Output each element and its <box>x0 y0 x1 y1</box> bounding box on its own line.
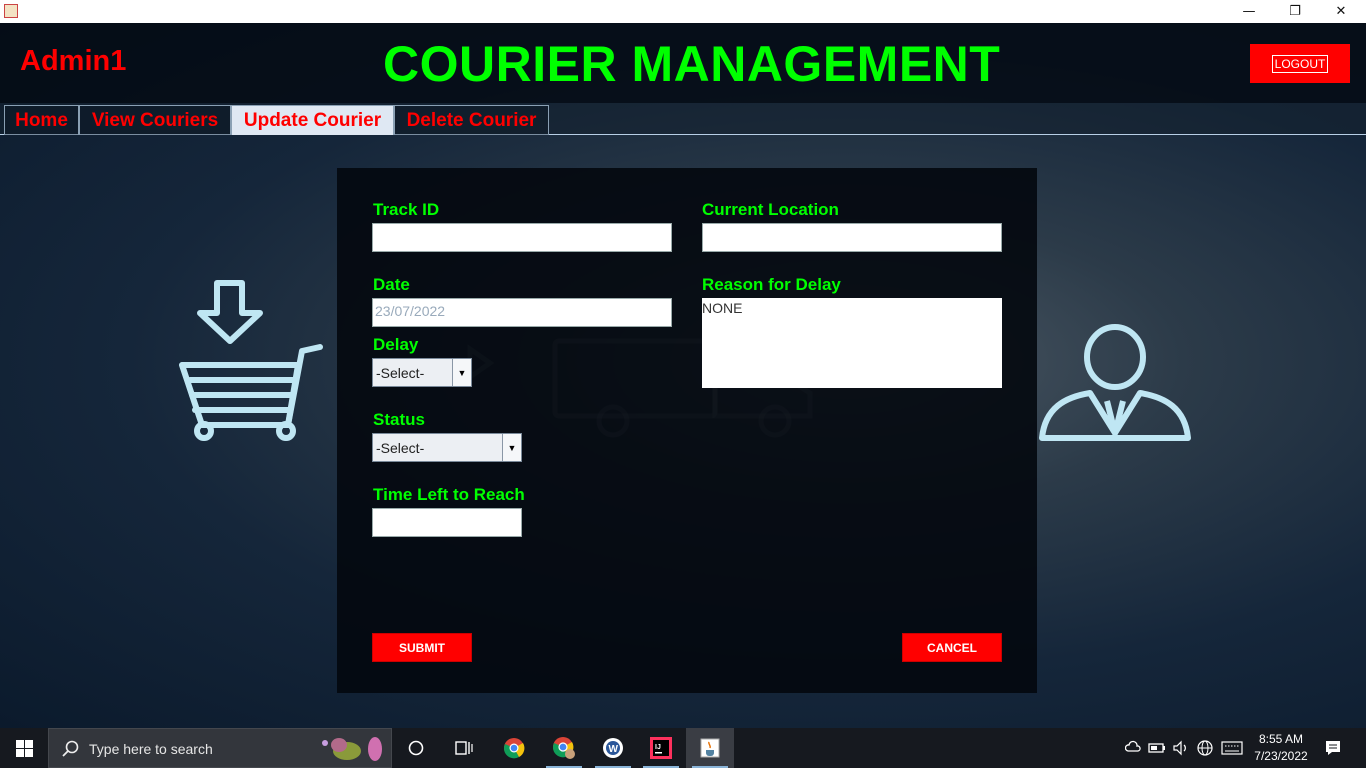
taskbar: Type here to search W IJ 8:55 AM 7/23/20… <box>0 728 1366 768</box>
volume-icon[interactable] <box>1172 740 1190 756</box>
svg-text:W: W <box>609 744 619 755</box>
word-icon: W <box>603 738 623 758</box>
tab-delete-courier[interactable]: Delete Courier <box>394 105 549 135</box>
java-app-icon <box>4 4 18 18</box>
status-label: Status <box>373 410 425 429</box>
notification-center-icon[interactable] <box>1324 739 1342 757</box>
task-view-icon <box>455 741 473 755</box>
tab-view-couriers[interactable]: View Couriers <box>79 105 231 135</box>
taskbar-clock[interactable]: 8:55 AM 7/23/2022 <box>1248 731 1314 765</box>
update-courier-form: Track ID Current Location Date 23/07/202… <box>337 168 1037 693</box>
onedrive-icon[interactable] <box>1125 740 1141 756</box>
time-left-label: Time Left to Reach <box>373 485 525 504</box>
search-placeholder: Type here to search <box>89 741 213 757</box>
tab-update-courier[interactable]: Update Courier <box>231 105 394 135</box>
track-id-input[interactable] <box>372 223 672 252</box>
intellij-taskbar-button[interactable]: IJ <box>637 728 685 768</box>
logout-label: LOGOUT <box>1271 54 1329 73</box>
businessman-icon <box>1039 324 1191 441</box>
tab-bar: Home View Couriers Update Courier Delete… <box>0 103 1366 135</box>
reason-for-delay-label: Reason for Delay <box>702 275 841 294</box>
app-window: Admin1 COURIER MANAGEMENT LOGOUT Home Vi… <box>0 23 1366 728</box>
java-icon <box>700 738 720 758</box>
chrome-icon <box>504 738 525 759</box>
cancel-button[interactable]: CANCEL <box>902 633 1002 662</box>
network-globe-icon[interactable] <box>1196 740 1214 756</box>
submit-button[interactable]: SUBMIT <box>372 633 472 662</box>
windows-start-button[interactable] <box>0 728 48 768</box>
window-titlebar: — ❐ ✕ <box>0 0 1366 23</box>
time-left-input[interactable] <box>372 508 522 537</box>
clock-time: 8:55 AM <box>1258 732 1304 746</box>
track-id-label: Track ID <box>373 200 440 219</box>
task-view-button[interactable] <box>440 728 488 768</box>
shopping-cart-icon <box>179 280 323 441</box>
delay-select[interactable]: -Select- ▼ <box>372 358 472 387</box>
date-input[interactable]: 23/07/2022 <box>372 298 672 327</box>
current-location-label: Current Location <box>702 200 839 219</box>
chevron-down-icon[interactable]: ▼ <box>452 359 471 386</box>
delay-selected-value: -Select- <box>376 365 425 381</box>
chrome-taskbar-button[interactable] <box>490 728 538 768</box>
clock-date: 7/23/2022 <box>1254 749 1308 763</box>
date-label: Date <box>373 275 410 294</box>
minimize-button[interactable]: — <box>1226 0 1272 23</box>
restore-button[interactable]: ❐ <box>1272 0 1318 23</box>
chrome-profile-taskbar-button[interactable] <box>540 728 588 768</box>
cortana-icon <box>408 740 424 756</box>
page-title: COURIER MANAGEMENT <box>383 36 1001 92</box>
status-select[interactable]: -Select- ▼ <box>372 433 522 462</box>
taskbar-search-box[interactable]: Type here to search <box>48 728 392 768</box>
search-icon <box>62 740 79 757</box>
cortana-button[interactable] <box>392 728 440 768</box>
java-taskbar-button[interactable] <box>686 728 734 768</box>
delay-label: Delay <box>373 335 419 354</box>
admin-username: Admin1 <box>20 45 127 77</box>
keyboard-icon[interactable] <box>1221 740 1243 756</box>
close-button[interactable]: ✕ <box>1318 0 1364 23</box>
logout-button[interactable]: LOGOUT <box>1250 44 1350 83</box>
battery-icon[interactable] <box>1148 740 1166 756</box>
intellij-icon: IJ <box>650 737 672 759</box>
windows-logo-icon <box>15 739 33 757</box>
current-location-input[interactable] <box>702 223 1002 252</box>
word-taskbar-button[interactable]: W <box>589 728 637 768</box>
tab-home[interactable]: Home <box>4 105 79 135</box>
svg-text:IJ: IJ <box>655 744 661 751</box>
reason-for-delay-textarea[interactable]: NONE <box>702 298 1002 388</box>
chevron-down-icon[interactable]: ▼ <box>502 434 521 461</box>
status-selected-value: -Select- <box>376 440 425 456</box>
chrome-profile-icon <box>553 737 575 759</box>
search-highlight-moth-icon <box>322 737 382 761</box>
